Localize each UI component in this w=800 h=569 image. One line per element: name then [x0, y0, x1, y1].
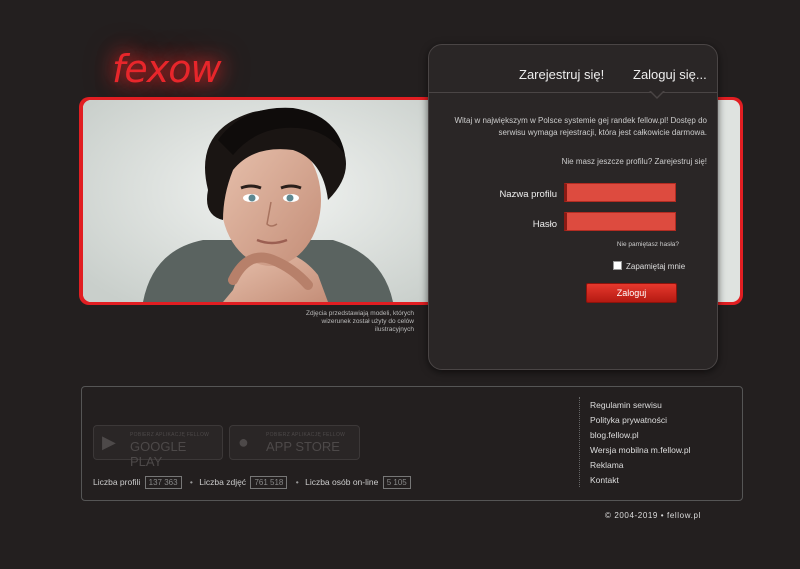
welcome-text: Witaj w największym w Polsce systemie ge…: [454, 116, 707, 137]
remember-me-checkbox[interactable]: [613, 261, 622, 270]
footer-link-mobile[interactable]: Wersja mobilna m.fellow.pl: [590, 443, 690, 458]
footer-link-contact[interactable]: Kontakt: [590, 473, 690, 488]
username-label: Nazwa profilu: [499, 189, 557, 200]
online-count-label: Liczba osób on-line: [305, 477, 379, 487]
username-input[interactable]: [564, 183, 676, 202]
forgot-password-link[interactable]: Nie pamiętasz hasła?: [549, 241, 679, 248]
remember-me-label: Zapamiętaj mnie: [626, 262, 686, 271]
password-label: Hasło: [532, 219, 557, 230]
hero-photo: [83, 100, 429, 302]
footer-divider: [579, 397, 580, 487]
remember-me[interactable]: Zapamiętaj mnie: [613, 261, 685, 271]
photos-count-value: 761 518: [250, 476, 288, 489]
bullet-separator: •: [295, 477, 299, 487]
copyright: © 2004-2019 • fellow.pl: [605, 511, 701, 520]
active-tab-pointer-icon: [649, 90, 665, 99]
logo[interactable]: fexow: [112, 44, 230, 94]
play-icon: ▶: [102, 432, 116, 452]
footer-link-ads[interactable]: Reklama: [590, 458, 690, 473]
hero-right-fill: [715, 100, 740, 302]
password-input[interactable]: [564, 212, 676, 231]
app-store-label: APP STORE: [266, 439, 340, 454]
bullet-separator: •: [189, 477, 193, 487]
app-store-button[interactable]: ● POBIERZ APLIKACJĘ FELLOW APP STORE: [229, 425, 360, 460]
login-button[interactable]: Zaloguj: [586, 283, 677, 303]
footer-link-privacy[interactable]: Polityka prywatności: [590, 413, 690, 428]
tab-divider: [429, 92, 717, 93]
online-count-value: 5 105: [382, 476, 411, 489]
footer-link-terms[interactable]: Regulamin serwisu: [590, 398, 690, 413]
site-stats: Liczba profili 137 363 • Liczba zdjęć 76…: [93, 476, 413, 489]
google-play-button[interactable]: ▶ POBIERZ APLIKACJĘ FELLOW GOOGLE PLAY: [93, 425, 223, 469]
footer-links: Regulamin serwisu Polityka prywatności b…: [590, 398, 690, 488]
google-play-caption: POBIERZ APLIKACJĘ FELLOW: [130, 432, 210, 438]
register-prompt-link[interactable]: Nie masz jeszcze profilu? Zarejestruj si…: [449, 157, 707, 166]
model-portrait-image: [83, 100, 429, 302]
app-store-caption: POBIERZ APLIKACJĘ FELLOW: [266, 432, 346, 438]
photo-disclaimer: Zdjęcia przedstawiają modeli, których wi…: [305, 310, 414, 333]
login-panel: Zarejestruj się! Zaloguj się... Witaj w …: [428, 44, 718, 370]
footer: ▶ POBIERZ APLIKACJĘ FELLOW GOOGLE PLAY ●…: [81, 386, 743, 501]
apple-icon: ●: [238, 432, 249, 452]
profiles-count-label: Liczba profili: [93, 477, 141, 487]
tab-login[interactable]: Zaloguj się...: [633, 67, 707, 82]
photos-count-label: Liczba zdjęć: [199, 477, 247, 487]
google-play-label: GOOGLE PLAY: [130, 439, 187, 469]
profiles-count-value: 137 363: [144, 476, 182, 489]
footer-link-blog[interactable]: blog.fellow.pl: [590, 428, 690, 443]
tab-register[interactable]: Zarejestruj się!: [519, 67, 604, 82]
